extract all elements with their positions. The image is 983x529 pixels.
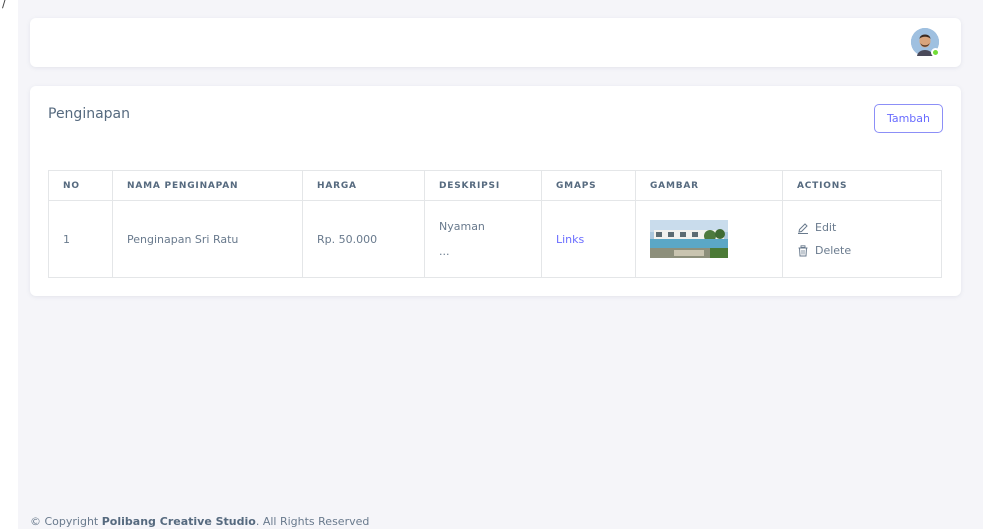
- trash-icon: [798, 244, 808, 256]
- delete-label: Delete: [815, 244, 852, 257]
- corner-glyph: /: [2, 0, 7, 10]
- user-avatar[interactable]: [911, 28, 940, 57]
- header-harga: HARGA: [302, 170, 425, 201]
- table-header-row: NO NAMA PENGINAPAN HARGA DESKRIPSI GMAPS…: [48, 170, 942, 201]
- footer-suffix: . All Rights Reserved: [255, 515, 370, 528]
- header-actions: ACTIONS: [782, 170, 942, 201]
- cell-actions: Edit Delete: [782, 200, 942, 278]
- cell-no: 1: [48, 200, 113, 278]
- header-no: NO: [48, 170, 113, 201]
- footer-company[interactable]: Polibang Creative Studio: [102, 515, 256, 528]
- cell-nama: Penginapan Sri Ratu: [112, 200, 303, 278]
- online-status-dot: [931, 48, 940, 57]
- cell-deskripsi: Nyaman ...: [424, 200, 542, 278]
- gmaps-link[interactable]: Links: [556, 233, 584, 246]
- header-nama-penginapan: NAMA PENGINAPAN: [112, 170, 303, 201]
- cell-gambar: [635, 200, 783, 278]
- top-navbar: [30, 18, 961, 67]
- card-title: Penginapan: [48, 106, 130, 122]
- left-strip: [0, 0, 18, 529]
- delete-action[interactable]: Delete: [797, 244, 927, 257]
- header-gambar: GAMBAR: [635, 170, 783, 201]
- cell-gmaps: Links: [541, 200, 636, 278]
- pencil-icon: [798, 222, 808, 234]
- tambah-button[interactable]: Tambah: [873, 104, 943, 133]
- header-deskripsi: DESKRIPSI: [424, 170, 542, 201]
- penginapan-thumbnail-image[interactable]: [650, 220, 728, 258]
- cell-harga: Rp. 50.000: [302, 200, 425, 278]
- edit-label: Edit: [815, 221, 837, 234]
- penginapan-card: Penginapan Tambah NO NAMA PENGINAPAN HAR…: [30, 86, 961, 296]
- penginapan-table: NO NAMA PENGINAPAN HARGA DESKRIPSI GMAPS…: [48, 170, 942, 278]
- table-row: 1 Penginapan Sri Ratu Rp. 50.000 Nyaman …: [48, 200, 942, 278]
- header-gmaps: GMAPS: [541, 170, 636, 201]
- edit-action[interactable]: Edit: [797, 221, 927, 234]
- footer-prefix: © Copyright: [30, 515, 102, 528]
- footer-copyright: © Copyright Polibang Creative Studio. Al…: [30, 515, 369, 528]
- deskripsi-text: Nyaman: [439, 220, 485, 233]
- deskripsi-ellipsis: ...: [439, 245, 450, 258]
